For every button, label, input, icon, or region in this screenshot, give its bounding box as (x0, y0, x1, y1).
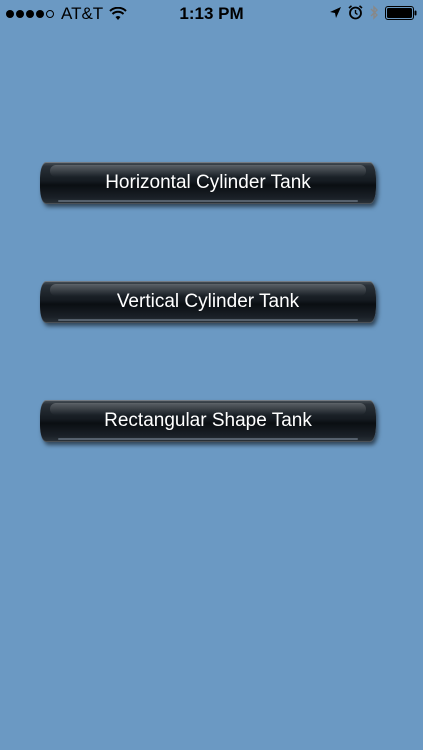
button-label: Horizontal Cylinder Tank (105, 172, 311, 193)
horizontal-cylinder-tank-button[interactable]: Horizontal Cylinder Tank (40, 162, 376, 204)
button-label: Rectangular Shape Tank (104, 410, 312, 431)
bluetooth-icon (370, 5, 378, 20)
alarm-clock-icon (348, 5, 363, 20)
rectangular-shape-tank-button[interactable]: Rectangular Shape Tank (40, 400, 376, 442)
location-arrow-icon (330, 7, 341, 18)
status-right (323, 5, 417, 20)
vertical-cylinder-tank-button[interactable]: Vertical Cylinder Tank (40, 281, 376, 323)
button-label: Vertical Cylinder Tank (116, 291, 300, 312)
battery-icon (385, 5, 417, 20)
status-bar: AT&T 1:13 PM (0, 0, 423, 28)
